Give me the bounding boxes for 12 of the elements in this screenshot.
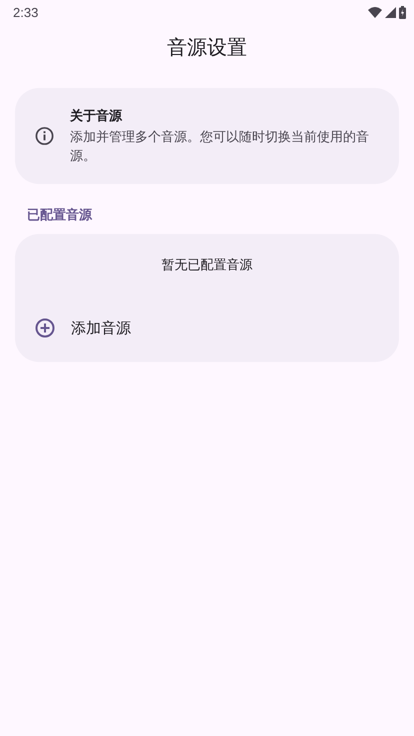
wifi-icon [368,6,382,18]
add-icon [35,318,55,338]
info-description: 添加并管理多个音源。您可以随时切换当前使用的音源。 [70,128,370,166]
info-icon [35,126,54,146]
add-source-button[interactable]: 添加音源 [15,312,399,344]
status-time: 2:33 [13,4,38,20]
empty-message: 暂无已配置音源 [162,257,252,274]
page-title: 音源设置 [167,34,247,61]
info-title: 关于音源 [70,108,124,124]
signal-icon [385,6,396,18]
battery-icon [399,6,406,18]
section-label: 已配置音源 [27,206,92,224]
